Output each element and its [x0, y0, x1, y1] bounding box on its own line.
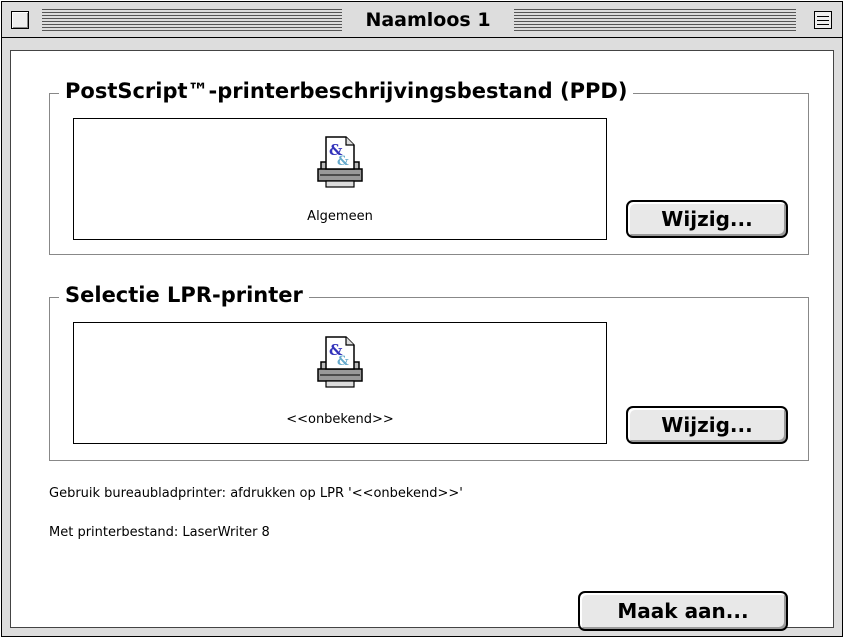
create-button[interactable]: Maak aan...: [578, 591, 788, 631]
ppd-change-button[interactable]: Wijzig...: [626, 200, 788, 238]
lpr-change-button[interactable]: Wijzig...: [626, 406, 788, 444]
printer-document-icon: & &: [317, 136, 363, 188]
lpr-printer-name: <<onbekend>>: [286, 412, 394, 427]
collapse-box-icon[interactable]: [814, 11, 832, 29]
printer-file-info: Met printerbestand: LaserWriter 8: [49, 525, 270, 540]
lpr-printer-well[interactable]: & & <<onbekend>>: [73, 322, 607, 444]
close-box-icon[interactable]: [11, 11, 29, 29]
desktop-printer-info: Gebruik bureaubladprinter: afdrukken op …: [49, 486, 463, 501]
window-title: Naamloos 1: [342, 7, 514, 33]
svg-text:&: &: [337, 354, 349, 369]
window-content: PostScript™-printerbeschrijvingsbestand …: [10, 50, 834, 631]
ppd-file-well[interactable]: & & Algemeen: [73, 118, 607, 240]
ppd-file-name: Algemeen: [307, 209, 373, 224]
title-bar-stripes-right: [514, 9, 796, 31]
svg-text:&: &: [337, 154, 349, 169]
title-bar-stripes-left: [42, 9, 342, 31]
title-bar[interactable]: Naamloos 1: [2, 2, 842, 38]
main-window: Naamloos 1 PostScript™-printerbeschrijvi…: [1, 1, 843, 637]
ppd-group-title: PostScript™-printerbeschrijvingsbestand …: [59, 78, 634, 104]
lpr-group-title: Selectie LPR-printer: [59, 282, 309, 308]
printer-document-icon: & &: [317, 336, 363, 388]
